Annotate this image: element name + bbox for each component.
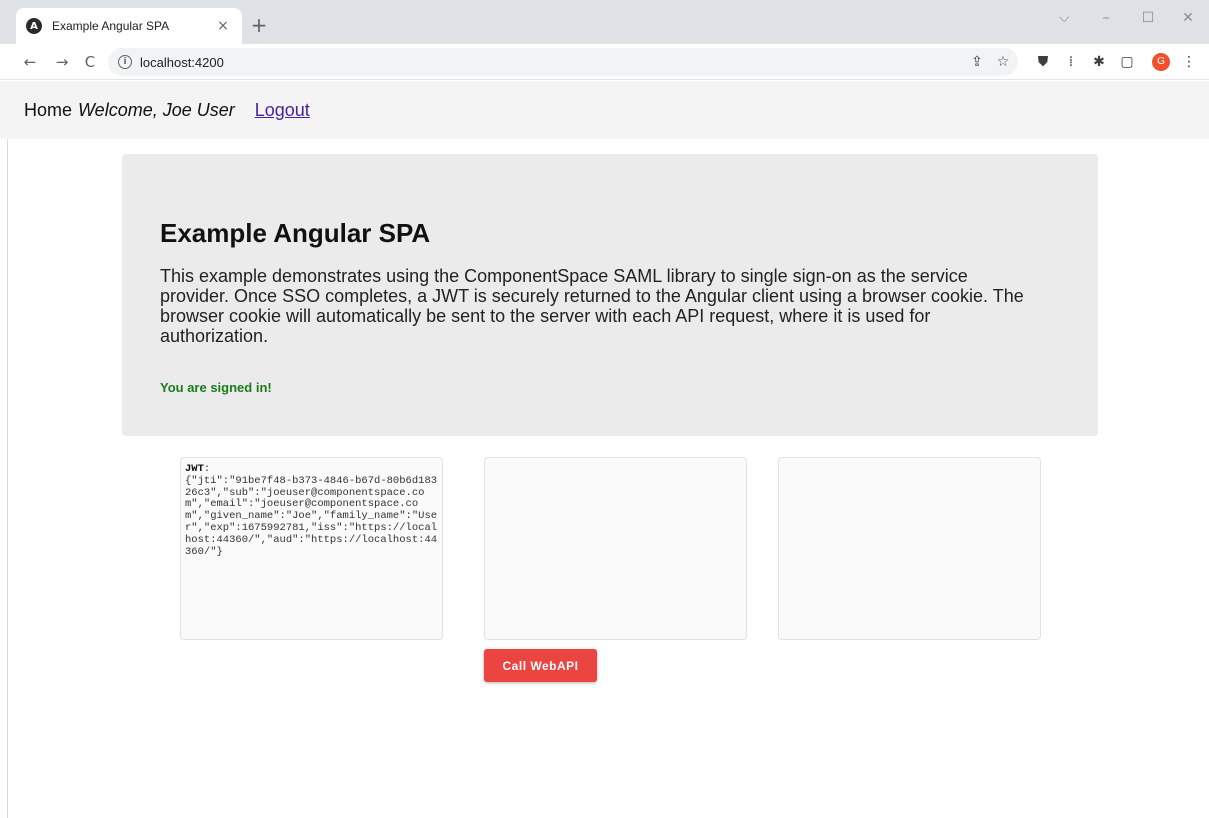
nav-home-link[interactable]: Home — [24, 100, 72, 121]
browser-tab[interactable]: A Example Angular SPA × — [16, 8, 242, 44]
maximize-button[interactable]: ☐ — [1138, 10, 1158, 26]
menu-icon[interactable]: ⋮ — [1180, 53, 1198, 71]
intro-jumbotron: Example Angular SPA This example demonst… — [122, 154, 1098, 436]
browser-toolbar: ← → C i localhost:4200 ⇪ ☆ ⛊ ⁞ ✱ ▢ G ⋮ — [0, 44, 1209, 80]
bookmark-star-icon[interactable]: ☆ — [994, 53, 1012, 71]
back-icon[interactable]: ← — [18, 50, 42, 74]
jwt-colon: : — [203, 463, 211, 475]
window-edge — [0, 81, 8, 818]
tab-search-icon[interactable]: ⌵ — [1054, 10, 1074, 26]
new-tab-button[interactable]: + — [248, 14, 270, 36]
extension-bar-icon[interactable]: ⁞ — [1062, 53, 1080, 71]
reload-icon[interactable]: C — [78, 50, 102, 74]
profile-avatar[interactable]: G — [1152, 53, 1170, 71]
address-bar[interactable]: i localhost:4200 — [108, 48, 1018, 76]
call-webapi-button[interactable]: Call WebAPI — [484, 649, 597, 682]
extra-result-panel — [778, 457, 1041, 640]
jwt-panel: JWT: {"jti":"91be7f48-b373-4846-b67d-80b… — [180, 457, 443, 640]
site-info-icon[interactable]: i — [118, 55, 132, 69]
close-window-button[interactable]: ✕ — [1178, 10, 1198, 26]
puzzle-extensions-icon[interactable]: ✱ — [1090, 53, 1108, 71]
minimize-button[interactable]: – — [1096, 10, 1116, 26]
url-text[interactable]: localhost:4200 — [140, 55, 224, 70]
forward-icon[interactable]: → — [50, 50, 74, 74]
webapi-result-panel — [484, 457, 747, 640]
page-title: Example Angular SPA — [160, 218, 431, 248]
welcome-text: Welcome, Joe User — [78, 99, 235, 120]
app-navbar: Home Welcome, Joe User Logout — [0, 81, 1209, 139]
share-icon[interactable]: ⇪ — [968, 53, 986, 71]
close-tab-icon[interactable]: × — [214, 18, 232, 34]
page-description: This example demonstrates using the Comp… — [160, 266, 1024, 346]
jwt-label: JWT — [185, 463, 204, 475]
browser-tabstrip: A Example Angular SPA × + ⌵ – ☐ ✕ — [0, 0, 1209, 44]
jwt-value: {"jti":"91be7f48-b373-4846-b67d-80b6d183… — [185, 474, 438, 558]
side-panel-icon[interactable]: ▢ — [1118, 53, 1136, 71]
logout-link[interactable]: Logout — [255, 100, 310, 121]
angular-icon: A — [26, 18, 42, 34]
signed-in-status: You are signed in! — [160, 380, 272, 395]
extension-shield-icon[interactable]: ⛊ — [1034, 53, 1052, 71]
tab-title: Example Angular SPA — [52, 19, 170, 33]
